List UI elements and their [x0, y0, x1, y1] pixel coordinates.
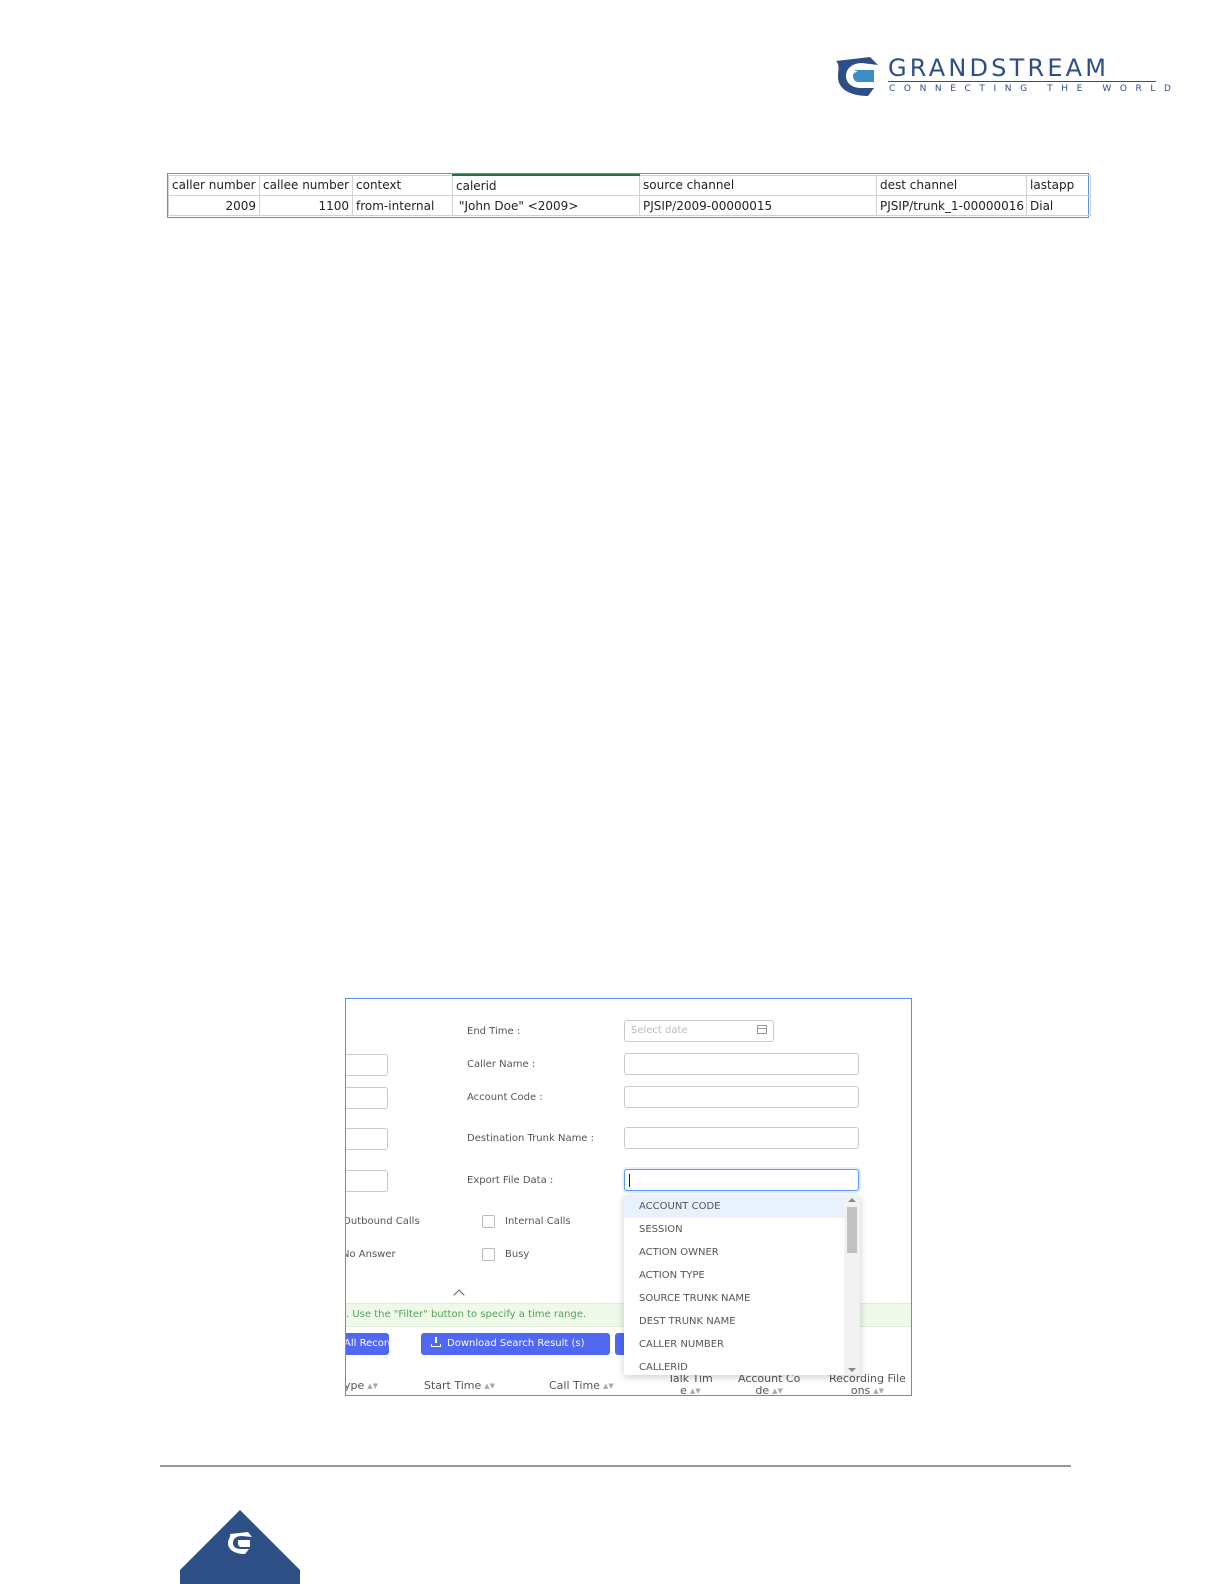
- caller-name-input[interactable]: [624, 1053, 859, 1075]
- export-file-data-label: Export File Data :: [467, 1175, 554, 1186]
- sort-icon: ▲▼: [873, 1387, 885, 1395]
- dropdown-option[interactable]: DEST TRUNK NAME: [624, 1310, 844, 1333]
- table-cell: PJSIP/2009-00000015: [639, 195, 877, 216]
- export-file-data-dropdown[interactable]: ACCOUNT CODE SESSION ACTION OWNER ACTION…: [624, 1195, 860, 1375]
- dropdown-scrollbar[interactable]: [844, 1195, 860, 1375]
- dropdown-option[interactable]: ACTION TYPE: [624, 1264, 844, 1287]
- scroll-up-arrow-icon[interactable]: [848, 1198, 856, 1202]
- dropdown-option[interactable]: CALLERID: [624, 1356, 844, 1375]
- table-cell: "John Doe" <2009>: [452, 195, 640, 216]
- download-search-result-button[interactable]: Download Search Result (s): [421, 1333, 610, 1355]
- scrollbar-thumb[interactable]: [847, 1207, 857, 1253]
- collapse-filter-toggle[interactable]: [436, 1285, 486, 1303]
- column-label: ons: [850, 1384, 871, 1396]
- account-code-input[interactable]: [624, 1086, 859, 1108]
- grandstream-logo-icon: [836, 57, 878, 96]
- column-type-header[interactable]: ype ▲▼: [345, 1379, 379, 1392]
- scroll-down-arrow-icon[interactable]: [848, 1368, 856, 1372]
- logo-wordmark: GRANDSTREAM: [888, 54, 1110, 82]
- cdr-filter-screenshot: End Time : Select date Caller Name : Acc…: [345, 998, 912, 1396]
- dropdown-option[interactable]: SESSION: [624, 1218, 844, 1241]
- column-label: de: [755, 1384, 770, 1396]
- internal-calls-label[interactable]: Internal Calls: [505, 1216, 571, 1227]
- column-account-code-header[interactable]: Account Co de ▲▼: [738, 1373, 800, 1396]
- header-cell: caller number: [168, 174, 260, 196]
- header-cell: calerid: [452, 174, 640, 196]
- filter-input-left-2[interactable]: [346, 1087, 388, 1109]
- table-cell: Dial: [1026, 195, 1091, 216]
- header-cell: context: [352, 174, 453, 196]
- caller-name-label: Caller Name :: [467, 1059, 536, 1070]
- delete-all-records-button[interactable]: All Records: [346, 1333, 399, 1355]
- dest-trunk-label: Destination Trunk Name :: [467, 1133, 595, 1144]
- column-start-time-header[interactable]: Start Time ▲▼: [424, 1380, 495, 1392]
- busy-checkbox[interactable]: [482, 1248, 495, 1261]
- notice-text: . Use the "Filter" button to specify a t…: [346, 1309, 587, 1320]
- filter-input-left-4[interactable]: [346, 1170, 388, 1192]
- sort-icon: ▲▼: [367, 1382, 379, 1390]
- column-talk-time-header[interactable]: Talk Tim e ▲▼: [668, 1373, 713, 1396]
- footer-logo-icon: [180, 1510, 300, 1584]
- sort-icon: ▲▼: [484, 1382, 496, 1390]
- cdr-table: caller number callee number context cale…: [168, 174, 1091, 216]
- dest-trunk-input[interactable]: [624, 1127, 859, 1149]
- filter-input-left-1[interactable]: [346, 1054, 388, 1076]
- column-recording-header[interactable]: Recording File ons ▲▼: [829, 1373, 906, 1396]
- end-time-date-picker[interactable]: Select date: [624, 1020, 774, 1042]
- table-header-row: caller number callee number context cale…: [168, 174, 1091, 196]
- date-placeholder: Select date: [631, 1025, 688, 1036]
- column-call-time-header[interactable]: Call Time ▲▼: [549, 1380, 614, 1392]
- internal-calls-checkbox[interactable]: [482, 1215, 495, 1228]
- text-cursor: [629, 1174, 630, 1187]
- header-cell: dest channel: [876, 174, 1027, 196]
- sort-icon: ▲▼: [689, 1387, 701, 1395]
- header-cell: source channel: [639, 174, 877, 196]
- calendar-icon: [757, 1025, 767, 1034]
- dropdown-option[interactable]: CALLER NUMBER: [624, 1333, 844, 1356]
- busy-label[interactable]: Busy: [505, 1249, 529, 1260]
- table-row: 2009 1100 from-internal "John Doe" <2009…: [168, 195, 1091, 216]
- outbound-calls-label[interactable]: Outbound Calls: [346, 1216, 420, 1227]
- sort-icon: ▲▼: [602, 1382, 614, 1390]
- all-records-label: All Records: [345, 1338, 400, 1349]
- table-cell: 1100: [259, 195, 353, 216]
- column-label: Start Time: [424, 1379, 482, 1392]
- sort-icon: ▲▼: [772, 1387, 783, 1395]
- cdr-spreadsheet: caller number callee number context cale…: [167, 173, 1091, 218]
- header-cell: lastapp: [1026, 174, 1091, 196]
- logo-divider: [888, 81, 1156, 82]
- end-time-label: End Time :: [467, 1026, 521, 1037]
- no-answer-label[interactable]: No Answer: [346, 1249, 396, 1260]
- dropdown-option[interactable]: ACCOUNT CODE: [624, 1195, 844, 1218]
- table-cell: from-internal: [352, 195, 453, 216]
- dropdown-option[interactable]: SOURCE TRUNK NAME: [624, 1287, 844, 1310]
- table-cell: 2009: [168, 195, 260, 216]
- column-label: ype: [345, 1379, 365, 1392]
- footer-divider: [160, 1465, 1071, 1467]
- account-code-label: Account Code :: [467, 1092, 543, 1103]
- header-cell: callee number: [259, 174, 353, 196]
- logo-tagline: CONNECTING THE WORLD: [889, 84, 1180, 94]
- dropdown-option[interactable]: ACTION OWNER: [624, 1241, 844, 1264]
- column-label: Call Time: [549, 1379, 600, 1392]
- grandstream-logo: GRANDSTREAM CONNECTING THE WORLD: [834, 54, 1171, 99]
- table-cell: PJSIP/trunk_1-00000016: [876, 195, 1027, 216]
- export-file-data-select[interactable]: [624, 1169, 859, 1191]
- download-label: Download Search Result (s): [447, 1338, 585, 1349]
- column-label: e: [680, 1384, 687, 1396]
- filter-input-left-3[interactable]: [346, 1128, 388, 1150]
- download-icon: [431, 1337, 441, 1347]
